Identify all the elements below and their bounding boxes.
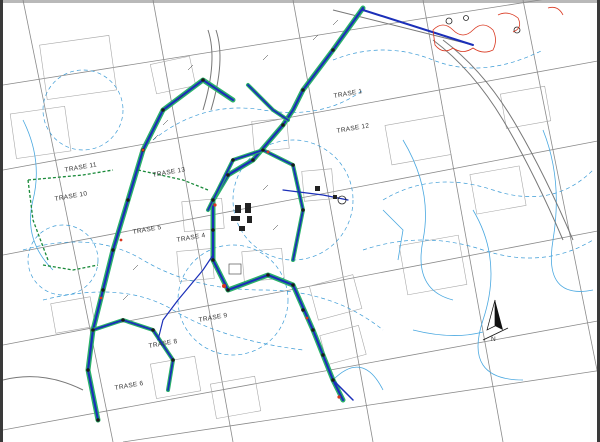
streams (22, 119, 594, 391)
route-label-trase-5: TRASE 5 (132, 224, 162, 236)
route-label-trase-9: TRASE 9 (198, 312, 228, 324)
route-label-trase-6: TRASE 6 (114, 380, 144, 392)
map-viewport[interactable]: N TRASE 1 TRASE 12 TRASE 11 TRASE 10 TRASE 1… (0, 0, 600, 442)
contour-lines (22, 49, 594, 356)
cad-drawing-canvas[interactable]: N TRASE 1TRASE 12TRASE 11TRASE 10TRASE 1… (3, 0, 600, 442)
route-label-trase-10: TRASE 10 (54, 190, 88, 203)
route-label-trase-11: TRASE 11 (64, 161, 97, 174)
north-label: N (491, 336, 496, 343)
annotation-ticks (122, 19, 339, 301)
feature-symbols (337, 15, 521, 205)
route-label-trase-1: TRASE 1 (333, 88, 363, 100)
trase-main-route (85, 5, 474, 423)
green-branch-lines (27, 169, 209, 271)
route-label-trase-12: TRASE 12 (336, 122, 370, 135)
route-label-trase-4: TRASE 4 (176, 232, 206, 244)
